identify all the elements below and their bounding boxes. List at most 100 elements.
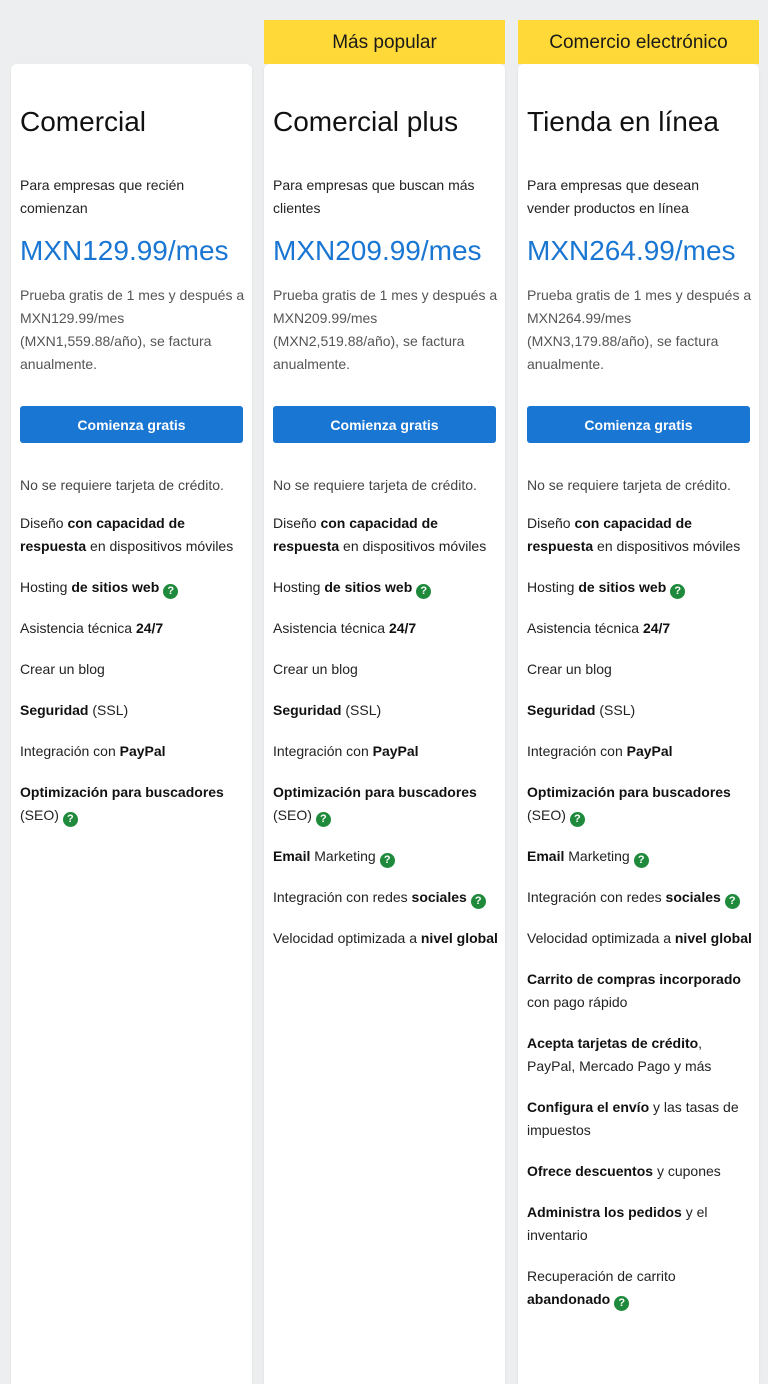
most-popular-badge: Más popular [264,20,505,72]
feature-highlight: Acepta tarjetas de crédito [527,1035,699,1051]
feature-item: Asistencia técnica 24/7 [527,617,753,640]
plan-card-tienda-en-linea: Tienda en línea Para empresas que desean… [518,64,759,1384]
feature-text: Hosting [20,579,72,595]
plan-price: MXN264.99/mes [527,235,736,266]
feature-text: Asistencia técnica [20,620,136,636]
feature-item: Hosting de sitios web? [20,576,246,599]
feature-text: (SSL) [88,702,129,718]
plan-description: Para empresas que recién comienzan [20,177,185,216]
feature-item: Optimización para buscadores (SEO)? [20,781,246,827]
feature-highlight: nivel global [674,930,752,946]
help-icon[interactable]: ? [315,812,331,827]
feature-highlight: Ofrece descuentos [527,1163,654,1179]
plan-trial-terms: Prueba gratis de 1 mes y después a MXN12… [20,287,245,372]
feature-text: Hosting [527,579,579,595]
feature-highlight: Optimización para buscadores [273,784,477,800]
help-icon[interactable]: ? [633,853,649,868]
feature-item: Seguridad (SSL) [20,699,246,722]
feature-highlight: Email [273,848,311,864]
feature-text: (SEO) [273,807,312,823]
help-icon[interactable]: ? [614,1296,630,1311]
ecommerce-badge: Comercio electrónico [518,20,759,72]
start-free-button[interactable]: Comienza gratis [527,406,750,443]
feature-text: Hosting [273,579,325,595]
feature-item: Ofrece descuentos y cupones [527,1160,753,1183]
help-icon[interactable]: ? [670,584,686,599]
feature-text: (SEO) [527,807,566,823]
help-icon[interactable]: ? [569,812,585,827]
feature-highlight: 24/7 [388,620,417,636]
feature-highlight: Carrito de compras incorporado [527,971,741,987]
feature-item: Integración con redes sociales? [527,886,753,909]
feature-text: Diseño [20,515,68,531]
feature-item: Integración con PayPal [273,740,499,763]
feature-text: en dispositivos móviles [593,538,741,554]
help-icon[interactable]: ? [379,853,395,868]
feature-text: (SSL) [595,702,636,718]
feature-text: Marketing [564,848,630,864]
help-icon[interactable]: ? [163,584,179,599]
feature-highlight: sociales [411,889,467,905]
feature-item: Hosting de sitios web? [527,576,753,599]
feature-text: Integración con [527,743,627,759]
feature-text: Velocidad optimizada a [527,930,675,946]
feature-text: Crear un blog [20,661,105,677]
feature-text: Integración con [273,743,373,759]
feature-text: (SEO) [20,807,59,823]
feature-text: Integración con [20,743,120,759]
plan-card-comercial: Comercial Para empresas que recién comie… [11,64,252,1384]
feature-item: Integración con PayPal [527,740,753,763]
plan-name: Tienda en línea [527,106,719,137]
feature-text: Crear un blog [273,661,358,677]
feature-highlight: Email [527,848,565,864]
feature-list: Diseño con capacidad de respuesta en dis… [20,512,246,845]
feature-item: Diseño con capacidad de respuesta en dis… [20,512,246,558]
feature-item: Crear un blog [273,658,499,681]
no-card-note: No se requiere tarjeta de crédito. [527,477,731,493]
no-card-note: No se requiere tarjeta de crédito. [20,477,224,493]
feature-highlight: Optimización para buscadores [527,784,731,800]
feature-item: Optimización para buscadores (SEO)? [273,781,499,827]
feature-text: con pago rápido [527,994,628,1010]
start-free-button[interactable]: Comienza gratis [273,406,496,443]
feature-text: Integración con redes [273,889,412,905]
feature-highlight: PayPal [626,743,673,759]
feature-highlight: Seguridad [20,702,89,718]
feature-text: (SSL) [341,702,382,718]
help-icon[interactable]: ? [62,812,78,827]
feature-text: y cupones [653,1163,721,1179]
plan-name: Comercial [20,106,147,137]
feature-highlight: PayPal [119,743,166,759]
feature-highlight: PayPal [372,743,419,759]
help-icon[interactable]: ? [470,894,486,909]
feature-highlight: Seguridad [273,702,342,718]
feature-item: Seguridad (SSL) [527,699,753,722]
feature-item: Optimización para buscadores (SEO)? [527,781,753,827]
plan-trial-terms: Prueba gratis de 1 mes y después a MXN20… [273,287,498,372]
feature-text: Integración con redes [527,889,666,905]
feature-text: en dispositivos móviles [339,538,487,554]
plan-description: Para empresas que buscan más clientes [273,177,475,216]
feature-item: Asistencia técnica 24/7 [273,617,499,640]
start-free-button[interactable]: Comienza gratis [20,406,243,443]
help-icon[interactable]: ? [416,584,432,599]
feature-text: Velocidad optimizada a [273,930,421,946]
feature-item: Seguridad (SSL) [273,699,499,722]
feature-text: Recuperación de carrito [527,1268,676,1284]
feature-item: Acepta tarjetas de crédito, PayPal, Merc… [527,1032,753,1078]
plan-description: Para empresas que desean vender producto… [527,177,699,216]
feature-item: Administra los pedidos y el inventario [527,1201,753,1247]
feature-list: Diseño con capacidad de respuesta en dis… [527,512,753,1329]
feature-item: Crear un blog [527,658,753,681]
help-icon[interactable]: ? [724,894,740,909]
plan-trial-terms: Prueba gratis de 1 mes y después a MXN26… [527,287,752,372]
plan-price: MXN129.99/mes [20,235,229,266]
feature-item: Velocidad optimizada a nivel global [527,927,753,950]
plan-name: Comercial plus [273,106,459,137]
feature-highlight: 24/7 [642,620,671,636]
feature-list: Diseño con capacidad de respuesta en dis… [273,512,499,968]
feature-highlight: Seguridad [527,702,596,718]
feature-highlight: Configura el envío [527,1099,650,1115]
feature-highlight: Optimización para buscadores [20,784,224,800]
feature-item: Diseño con capacidad de respuesta en dis… [527,512,753,558]
